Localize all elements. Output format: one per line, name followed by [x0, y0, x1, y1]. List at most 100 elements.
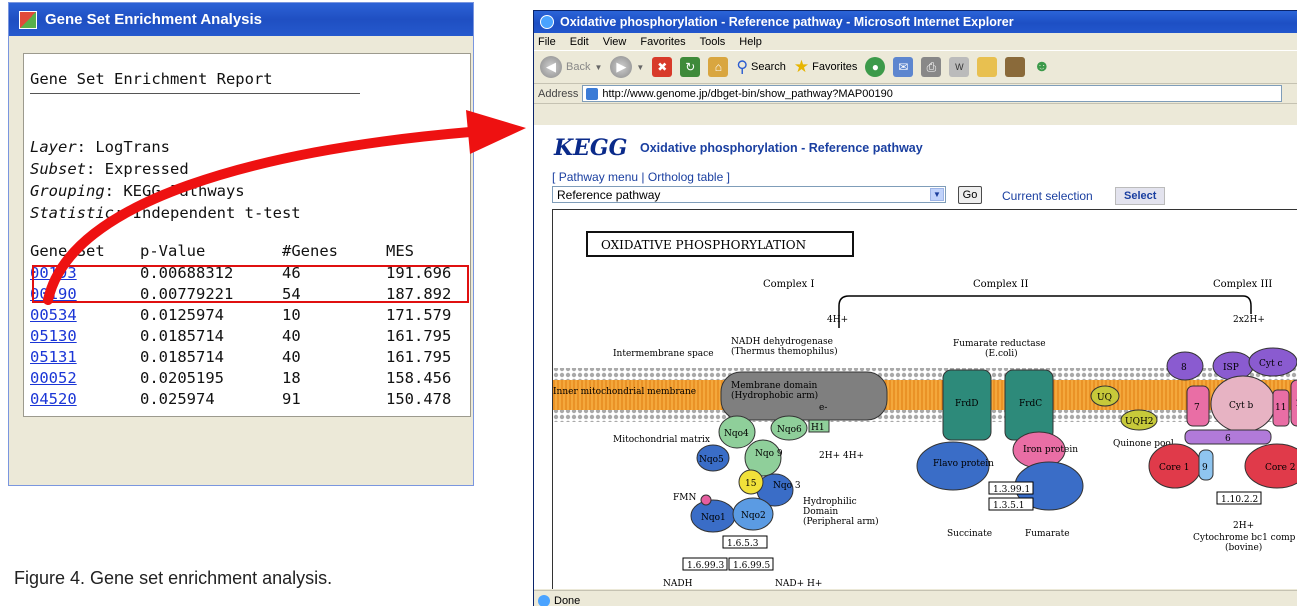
home-icon: ⌂ [708, 57, 729, 77]
report-title-underline [30, 93, 360, 94]
menu-tools[interactable]: Tools [700, 36, 726, 48]
genes-cell: 91 [282, 390, 301, 408]
media-button[interactable]: ● [865, 57, 886, 77]
iron-protein-label: Iron protein [1023, 445, 1078, 455]
highlight-box [32, 265, 469, 303]
nqo3-label: Nqo 3 [773, 481, 801, 491]
fumarate-organism-label: (E.coli) [985, 348, 1018, 359]
complex-1-label: Complex I [763, 279, 814, 290]
statistic-row: Statistic: Independent t-test [30, 204, 301, 222]
media-icon: ● [865, 57, 886, 77]
succinate-label: Succinate [947, 529, 992, 539]
nqo6-label: Nqo6 [777, 425, 802, 435]
proton-2x2h-label: 2x2H+ [1233, 315, 1265, 325]
genes-cell: 40 [282, 327, 301, 345]
matrix-label: Mitochondrial matrix [613, 435, 710, 445]
gene-set-link[interactable]: 05131 [30, 348, 77, 366]
folder-button[interactable] [977, 57, 998, 77]
domain-label: Domain [803, 507, 838, 517]
address-input[interactable]: http://www.genome.jp/dbget-bin/show_path… [582, 85, 1283, 102]
stop-button[interactable]: ✖ [652, 57, 673, 77]
research-button[interactable] [1005, 57, 1026, 77]
mes-cell: 158.456 [386, 369, 452, 387]
pathway-links: [ Pathway menu | Ortholog table ] [552, 170, 730, 184]
cytochrome-bc1-label: Cytochrome bc1 comp [1193, 533, 1296, 543]
ec-label: 1.6.5.3 [727, 539, 759, 549]
ortholog-table-link[interactable]: Ortholog table [648, 170, 723, 184]
mes-cell: 171.579 [386, 306, 452, 324]
address-bar: Address http://www.genome.jp/dbget-bin/s… [534, 84, 1297, 104]
page-content: KEGG Oxidative phosphorylation - Referen… [534, 125, 1297, 589]
frdc-label: FrdC [1019, 399, 1042, 409]
menu-file[interactable]: File [538, 36, 556, 48]
bovine-label: (bovine) [1225, 542, 1262, 553]
status-bar: Done [534, 590, 1297, 606]
genes-cell: 10 [282, 306, 301, 324]
proton-2h-4h-label: 2H+ 4H+ [819, 451, 864, 461]
pathway-menu-link[interactable]: Pathway menu [559, 170, 638, 184]
gene-set-link[interactable]: 05130 [30, 327, 77, 345]
refresh-button[interactable]: ↻ [680, 57, 701, 77]
search-label: Search [751, 61, 786, 73]
proton-4h-label: 4H+ [827, 315, 848, 325]
pathway-diagram: OXIDATIVE PHOSPHORYLATION Complex I Comp… [553, 231, 1297, 589]
gsea-window-title: Gene Set Enrichment Analysis [45, 11, 263, 28]
nad-h-label: NAD+ H+ [775, 579, 822, 589]
search-icon: ⚲ [736, 59, 749, 76]
pathway-select[interactable]: Reference pathway ▼ [552, 186, 946, 203]
gene-set-link[interactable]: 00052 [30, 369, 77, 387]
edit-button[interactable]: W [949, 57, 970, 77]
favorites-button[interactable]: ★ Favorites [794, 57, 858, 77]
grouping-row: Grouping: KEGG Pathways [30, 182, 245, 200]
ec-label: 1.6.99.3 [687, 561, 724, 571]
report-title: Gene Set Enrichment Report [30, 70, 273, 88]
messenger-button[interactable]: ☻ [1033, 58, 1050, 76]
complex-3-label: Complex III [1213, 279, 1272, 290]
print-icon: ⎙ [921, 57, 942, 77]
address-url: http://www.genome.jp/dbget-bin/show_path… [602, 87, 893, 100]
forward-button[interactable]: ▶ ▼ [610, 56, 644, 78]
screen: Gene Set Enrichment Analysis Gene Set En… [0, 0, 1297, 606]
browser-title-bar[interactable]: Oxidative phosphorylation - Reference pa… [534, 11, 1297, 33]
ec-label: 1.3.5.1 [993, 501, 1025, 511]
messenger-icon: ☻ [1033, 58, 1051, 75]
fmn-shape [700, 494, 712, 506]
gsea-title-bar[interactable]: Gene Set Enrichment Analysis [9, 3, 473, 36]
pathway-map: OXIDATIVE PHOSPHORYLATION Complex I Comp… [552, 209, 1297, 589]
mail-button[interactable]: ✉ [893, 57, 914, 77]
col-gene-set: Gene Set [30, 242, 105, 260]
print-button[interactable]: ⎙ [921, 57, 942, 77]
back-button[interactable]: ◀ Back ▼ [540, 56, 602, 78]
search-button[interactable]: ⚲ Search [736, 57, 786, 77]
menu-help[interactable]: Help [739, 36, 762, 48]
go-button[interactable]: Go [958, 186, 982, 204]
refresh-icon: ↻ [680, 57, 701, 77]
subunit-6-label: 6 [1225, 434, 1231, 444]
ec-label: 1.10.2.2 [1221, 495, 1258, 505]
menu-view[interactable]: View [603, 36, 627, 48]
back-label: Back [566, 61, 591, 73]
browser-window: Oxidative phosphorylation - Reference pa… [533, 10, 1297, 606]
app-icon [19, 10, 37, 29]
subunit-8-label: 8 [1181, 363, 1187, 373]
menu-edit[interactable]: Edit [570, 36, 589, 48]
fmn-label: FMN [673, 493, 696, 503]
gene-set-link[interactable]: 00534 [30, 306, 77, 324]
star-icon: ★ [793, 57, 810, 76]
select-button[interactable]: Select [1115, 187, 1166, 205]
word-icon: W [949, 57, 970, 77]
kegg-logo[interactable]: KEGG [554, 135, 627, 161]
fumarate-label: Fumarate [1025, 529, 1070, 539]
menu-favorites[interactable]: Favorites [640, 36, 685, 48]
gene-set-link[interactable]: 04520 [30, 390, 77, 408]
home-button[interactable]: ⌂ [708, 57, 729, 77]
p-value-cell: 0.025974 [140, 390, 215, 408]
subset-value: Expressed [104, 160, 189, 178]
p-value-cell: 0.0125974 [140, 306, 224, 324]
subunit-7-label: 7 [1194, 403, 1200, 413]
col-p-value: p-Value [140, 242, 206, 260]
complex-2-label: Complex II [973, 279, 1028, 290]
grouping-value: KEGG Pathways [123, 182, 245, 200]
p-value-cell: 0.0185714 [140, 327, 224, 345]
peripheral-arm-label: (Peripheral arm) [803, 516, 879, 527]
